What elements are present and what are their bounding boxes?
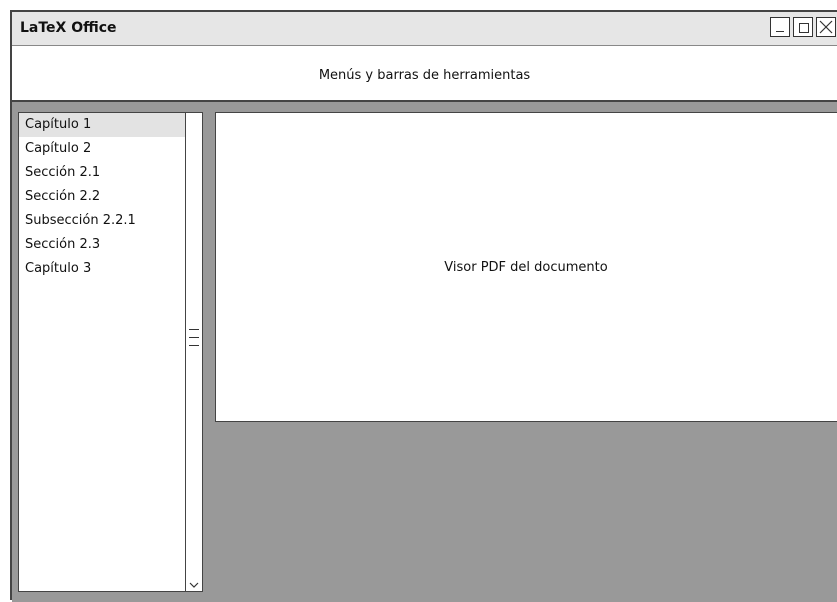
app-window: LaTeX Office Menús y barras de herramien…: [10, 10, 837, 602]
document-outline-panel: Capítulo 1 Capítulo 2 Sección 2.1 Secció…: [18, 112, 203, 592]
outline-item-subseccion-2-2-1[interactable]: Subsección 2.2.1: [19, 209, 185, 233]
window-controls: [770, 17, 836, 37]
outline-item-capitulo-3[interactable]: Capítulo 3: [19, 257, 185, 281]
scrollbar-grip-icon[interactable]: [189, 329, 199, 353]
outline-item-seccion-2-3[interactable]: Sección 2.3: [19, 233, 185, 257]
outline-list: Capítulo 1 Capítulo 2 Sección 2.1 Secció…: [19, 113, 185, 281]
outline-item-label: Capítulo 1: [25, 117, 92, 132]
outline-item-label: Capítulo 3: [25, 261, 92, 276]
toolbar-placeholder-label: Menús y barras de herramientas: [318, 68, 531, 83]
title-bar[interactable]: LaTeX Office: [12, 12, 837, 46]
outline-item-capitulo-2[interactable]: Capítulo 2: [19, 137, 185, 161]
pdf-viewer-placeholder-label: Visor PDF del documento: [444, 260, 608, 275]
minimize-button[interactable]: [770, 17, 790, 37]
outline-item-seccion-2-1[interactable]: Sección 2.1: [19, 161, 185, 185]
outline-item-label: Capítulo 2: [25, 141, 92, 156]
pdf-viewer-panel[interactable]: Visor PDF del documento: [215, 112, 837, 422]
minimize-icon: [776, 31, 784, 32]
menu-toolbar-area: Menús y barras de herramientas: [12, 46, 837, 102]
outline-item-seccion-2-2[interactable]: Sección 2.2: [19, 185, 185, 209]
outline-scrollbar[interactable]: [185, 113, 202, 591]
chevron-down-icon[interactable]: [189, 581, 199, 589]
maximize-icon: [799, 23, 809, 33]
outline-item-label: Sección 2.1: [25, 165, 101, 180]
close-button[interactable]: [816, 17, 836, 37]
maximize-button[interactable]: [793, 17, 813, 37]
outline-item-capitulo-1[interactable]: Capítulo 1: [19, 113, 185, 137]
window-title: LaTeX Office: [20, 20, 117, 36]
close-icon: [819, 20, 833, 34]
workspace: Capítulo 1 Capítulo 2 Sección 2.1 Secció…: [12, 102, 837, 602]
outline-item-label: Sección 2.2: [25, 189, 101, 204]
outline-item-label: Subsección 2.2.1: [25, 213, 136, 228]
outline-item-label: Sección 2.3: [25, 237, 101, 252]
